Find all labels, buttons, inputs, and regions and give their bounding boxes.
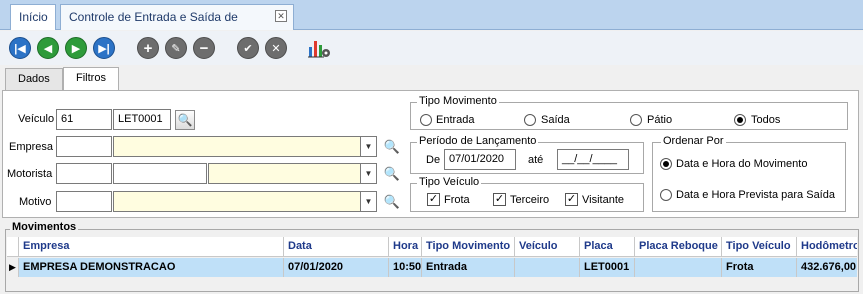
motivo-search-icon[interactable]: 🔍 bbox=[383, 193, 401, 211]
row-indicator-icon: ▶ bbox=[7, 258, 19, 277]
radio-todos[interactable] bbox=[734, 114, 746, 126]
checkbox-visitante[interactable]: ✓ bbox=[565, 193, 578, 206]
radio-saida-label: Saída bbox=[541, 114, 570, 126]
radio-entrada-label: Entrada bbox=[436, 114, 475, 126]
radio-ordenar-prevista[interactable] bbox=[660, 189, 672, 201]
motivo-label: Motivo bbox=[19, 196, 52, 208]
col-empresa[interactable]: Empresa bbox=[19, 237, 284, 256]
tab-inicio[interactable]: Início bbox=[10, 4, 56, 30]
motivo-dropdown-chevron-down-icon[interactable]: ▼ bbox=[361, 191, 377, 212]
motivo-code-field[interactable] bbox=[56, 191, 112, 212]
cell-tipo-veiculo[interactable]: Frota bbox=[722, 258, 797, 277]
cell-tipo-movimento[interactable]: Entrada bbox=[422, 258, 515, 277]
checkbox-terceiro-label: Terceiro bbox=[510, 194, 550, 206]
periodo-ate-label: até bbox=[528, 154, 544, 166]
col-placa-reboque[interactable]: Placa Reboque bbox=[635, 237, 722, 256]
veiculo-code-field[interactable]: 61 bbox=[56, 109, 112, 130]
previous-record-icon[interactable]: ◀ bbox=[37, 37, 59, 59]
toolbar bbox=[0, 31, 863, 65]
tab-dados[interactable]: Dados bbox=[5, 68, 63, 90]
col-veiculo[interactable]: Veículo bbox=[515, 237, 580, 256]
periodo-ate-field[interactable]: __/__/____ bbox=[557, 149, 629, 170]
empresa-dropdown-chevron-down-icon[interactable]: ▼ bbox=[361, 136, 377, 157]
empresa-name-field[interactable] bbox=[113, 136, 361, 157]
confirm-check-icon[interactable]: ✔ bbox=[237, 37, 259, 59]
motorista-search-icon[interactable]: 🔍 bbox=[383, 165, 401, 183]
cell-veiculo[interactable] bbox=[515, 258, 580, 277]
motorista-name-field[interactable] bbox=[208, 163, 361, 184]
checkbox-frota-label: Frota bbox=[444, 194, 470, 206]
radio-ordenar-movimento[interactable] bbox=[660, 158, 672, 170]
radio-entrada[interactable] bbox=[420, 114, 432, 126]
periodo-de-field[interactable]: 07/01/2020 bbox=[444, 149, 516, 170]
last-record-icon[interactable]: ▶| bbox=[93, 37, 115, 59]
motorista-label: Motorista bbox=[7, 168, 53, 180]
tipo-movimento-title: Tipo Movimento bbox=[417, 95, 499, 107]
cell-placa-reboque[interactable] bbox=[635, 258, 722, 277]
tab-filtros[interactable]: Filtros bbox=[63, 67, 119, 91]
col-tipo-movimento[interactable]: Tipo Movimento bbox=[422, 237, 515, 256]
cell-hora[interactable]: 10:50 bbox=[389, 258, 422, 277]
motorista-dropdown-chevron-down-icon[interactable]: ▼ bbox=[361, 163, 377, 184]
radio-todos-label: Todos bbox=[751, 114, 781, 126]
veiculo-search-icon[interactable]: 🔍 bbox=[175, 110, 195, 130]
grid-header: Empresa Data Hora Tipo Movimento Veículo… bbox=[7, 237, 857, 257]
checkbox-frota[interactable]: ✓ bbox=[427, 193, 440, 206]
radio-patio-label: Pátio bbox=[647, 114, 673, 126]
cell-data[interactable]: 07/01/2020 bbox=[284, 258, 389, 277]
radio-ordenar-movimento-label: Data e Hora do Movimento bbox=[676, 158, 808, 170]
col-hora[interactable]: Hora bbox=[389, 237, 422, 256]
radio-ordenar-prevista-label: Data e Hora Prevista para Saída bbox=[676, 189, 835, 201]
table-row[interactable]: ▶ EMPRESA DEMONSTRACAO 07/01/2020 10:50 … bbox=[7, 258, 857, 277]
cancel-x-icon[interactable]: ✕ bbox=[265, 37, 287, 59]
checkbox-terceiro[interactable]: ✓ bbox=[493, 193, 506, 206]
empresa-search-icon[interactable]: 🔍 bbox=[383, 138, 401, 156]
checkbox-visitante-label: Visitante bbox=[582, 194, 624, 206]
empresa-label: Empresa bbox=[9, 141, 54, 153]
report-chart-settings-icon[interactable] bbox=[307, 37, 331, 59]
periodo-de-label: De bbox=[426, 154, 441, 166]
motivo-name-field[interactable] bbox=[113, 191, 361, 212]
remove-icon[interactable]: − bbox=[193, 37, 215, 59]
radio-saida[interactable] bbox=[524, 114, 536, 126]
ordenar-group bbox=[652, 142, 846, 212]
tab-controle-entrada-saida[interactable]: Controle de Entrada e Saída de Veículos bbox=[60, 4, 294, 49]
radio-patio[interactable] bbox=[630, 114, 642, 126]
close-tab-icon[interactable]: ✕ bbox=[275, 10, 287, 22]
first-record-icon[interactable]: |◀ bbox=[9, 37, 31, 59]
col-tipo-veiculo[interactable]: Tipo Veículo bbox=[722, 237, 797, 256]
motorista-document-field[interactable] bbox=[113, 163, 207, 184]
edit-pencil-icon[interactable]: ✎ bbox=[165, 37, 187, 59]
next-record-icon[interactable]: ▶ bbox=[65, 37, 87, 59]
periodo-title: Período de Lançamento bbox=[417, 135, 539, 147]
add-icon[interactable]: + bbox=[137, 37, 159, 59]
ordenar-title: Ordenar Por bbox=[661, 135, 726, 147]
col-data[interactable]: Data bbox=[284, 237, 389, 256]
cell-empresa[interactable]: EMPRESA DEMONSTRACAO bbox=[19, 258, 284, 277]
movimentos-title: Movimentos bbox=[10, 221, 79, 233]
cell-hodometro[interactable]: 432.676,00 bbox=[797, 258, 857, 277]
col-hodometro[interactable]: Hodômetro bbox=[797, 237, 857, 256]
motorista-code-field[interactable] bbox=[56, 163, 112, 184]
cell-placa[interactable]: LET0001 bbox=[580, 258, 635, 277]
tipo-veiculo-title: Tipo Veículo bbox=[417, 176, 482, 188]
veiculo-plate-field[interactable]: LET0001 bbox=[113, 109, 171, 130]
empresa-code-field[interactable] bbox=[56, 136, 112, 157]
veiculo-label: Veículo bbox=[18, 113, 55, 125]
col-placa[interactable]: Placa bbox=[580, 237, 635, 256]
